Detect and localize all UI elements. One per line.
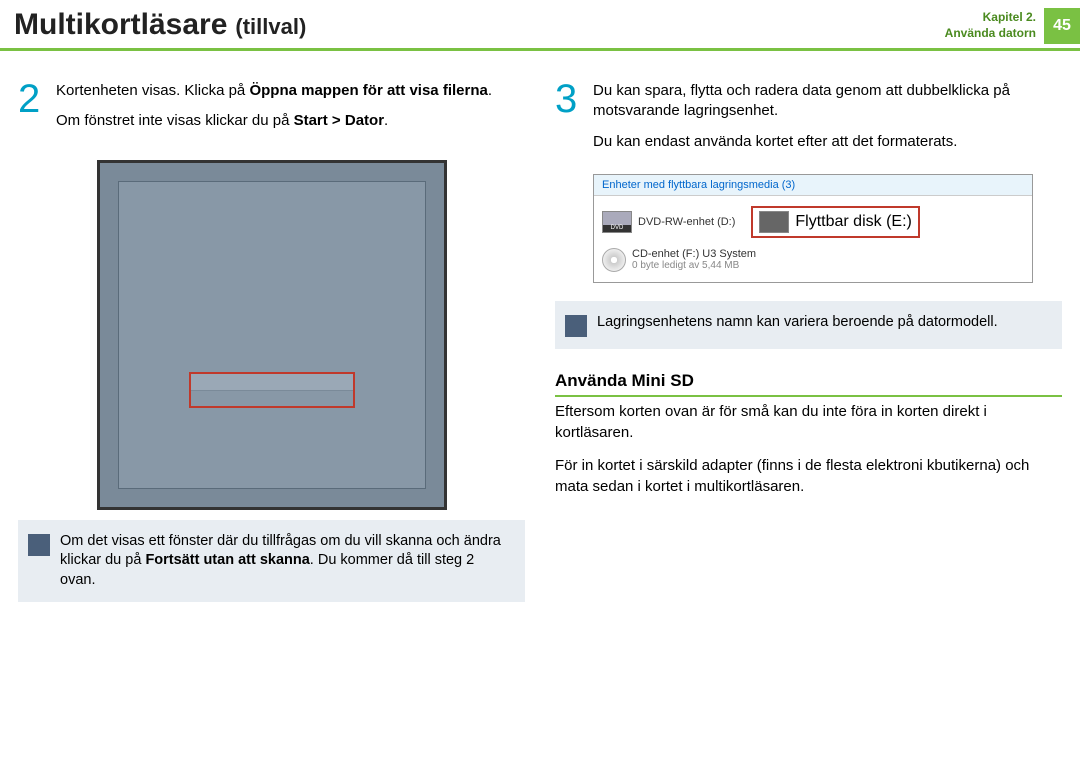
step-3-para2: Du kan endast använda kortet efter att d…: [593, 132, 1062, 152]
note-text-right: Lagringsenhetens namn kan variera beroen…: [597, 313, 998, 337]
section-title-minisd: Använda Mini SD: [555, 371, 1062, 397]
step-number-3: 3: [555, 81, 583, 162]
step-3: 3 Du kan spara, flytta och radera data g…: [555, 81, 1062, 162]
card-reader-slot-highlight: [189, 372, 355, 408]
step-2-para2: Om fönstret inte visas klickar du på Sta…: [56, 111, 492, 131]
device-cd-label: CD-enhet (F:) U3 System: [632, 248, 756, 260]
note-icon: [565, 315, 587, 337]
device-cd-text: CD-enhet (F:) U3 System 0 byte ledigt av…: [632, 248, 756, 271]
right-column: 3 Du kan spara, flytta och radera data g…: [555, 81, 1062, 602]
content-columns: 2 Kortenheten visas. Klicka på Öppna map…: [0, 51, 1080, 602]
left-column: 2 Kortenheten visas. Klicka på Öppna map…: [18, 81, 525, 602]
minisd-para1: Eftersom korten ovan är för små kan du i…: [555, 401, 1062, 443]
title-sub: (tillval): [235, 14, 306, 40]
devices-panel-body: DVD-RW-enhet (D:) Flyttbar disk (E:) CD-…: [594, 196, 1032, 282]
title-block: Multikortläsare (tillval): [14, 8, 306, 42]
header-right: Kapitel 2. Använda datorn 45: [945, 8, 1080, 44]
device-dvd-label: DVD-RW-enhet (D:): [638, 216, 735, 228]
devices-panel-header: Enheter med flyttbara lagringsmedia (3): [594, 175, 1032, 196]
page-header: Multikortläsare (tillval) Kapitel 2. Anv…: [0, 0, 1080, 51]
dvd-drive-icon: [602, 211, 632, 233]
title-main: Multikortläsare: [14, 8, 227, 42]
card-reader-illustration: [97, 160, 447, 510]
step-3-body: Du kan spara, flytta och radera data gen…: [593, 81, 1062, 162]
note-box-left: Om det visas ett fönster där du tillfråg…: [18, 520, 525, 603]
step-2-body: Kortenheten visas. Klicka på Öppna mappe…: [56, 81, 492, 142]
page-number-badge: 45: [1044, 8, 1080, 44]
cd-drive-icon: [602, 248, 626, 272]
chapter-line1: Kapitel 2.: [945, 10, 1036, 26]
removable-disk-icon: [759, 211, 789, 233]
note-box-right: Lagringsenhetens namn kan variera beroen…: [555, 301, 1062, 349]
card-reader-inner: [118, 181, 426, 489]
step-3-para1: Du kan spara, flytta och radera data gen…: [593, 81, 1062, 122]
chapter-line2: Använda datorn: [945, 26, 1036, 42]
device-dvd: DVD-RW-enhet (D:): [602, 206, 735, 238]
devices-panel: Enheter med flyttbara lagringsmedia (3) …: [593, 174, 1033, 283]
minisd-para2: För in kortet i särskild adapter (finns …: [555, 455, 1062, 497]
device-cd-sublabel: 0 byte ledigt av 5,44 MB: [632, 260, 756, 271]
step-2: 2 Kortenheten visas. Klicka på Öppna map…: [18, 81, 525, 142]
note-icon: [28, 534, 50, 556]
device-removable-label: Flyttbar disk (E:): [795, 213, 911, 231]
step-number-2: 2: [18, 81, 46, 142]
chapter-info: Kapitel 2. Använda datorn: [945, 10, 1036, 41]
note-text-left: Om det visas ett fönster där du tillfråg…: [60, 532, 511, 591]
step-2-para1: Kortenheten visas. Klicka på Öppna mappe…: [56, 81, 492, 101]
device-removable-highlight: Flyttbar disk (E:): [751, 206, 919, 238]
device-cd: CD-enhet (F:) U3 System 0 byte ledigt av…: [602, 248, 1024, 272]
